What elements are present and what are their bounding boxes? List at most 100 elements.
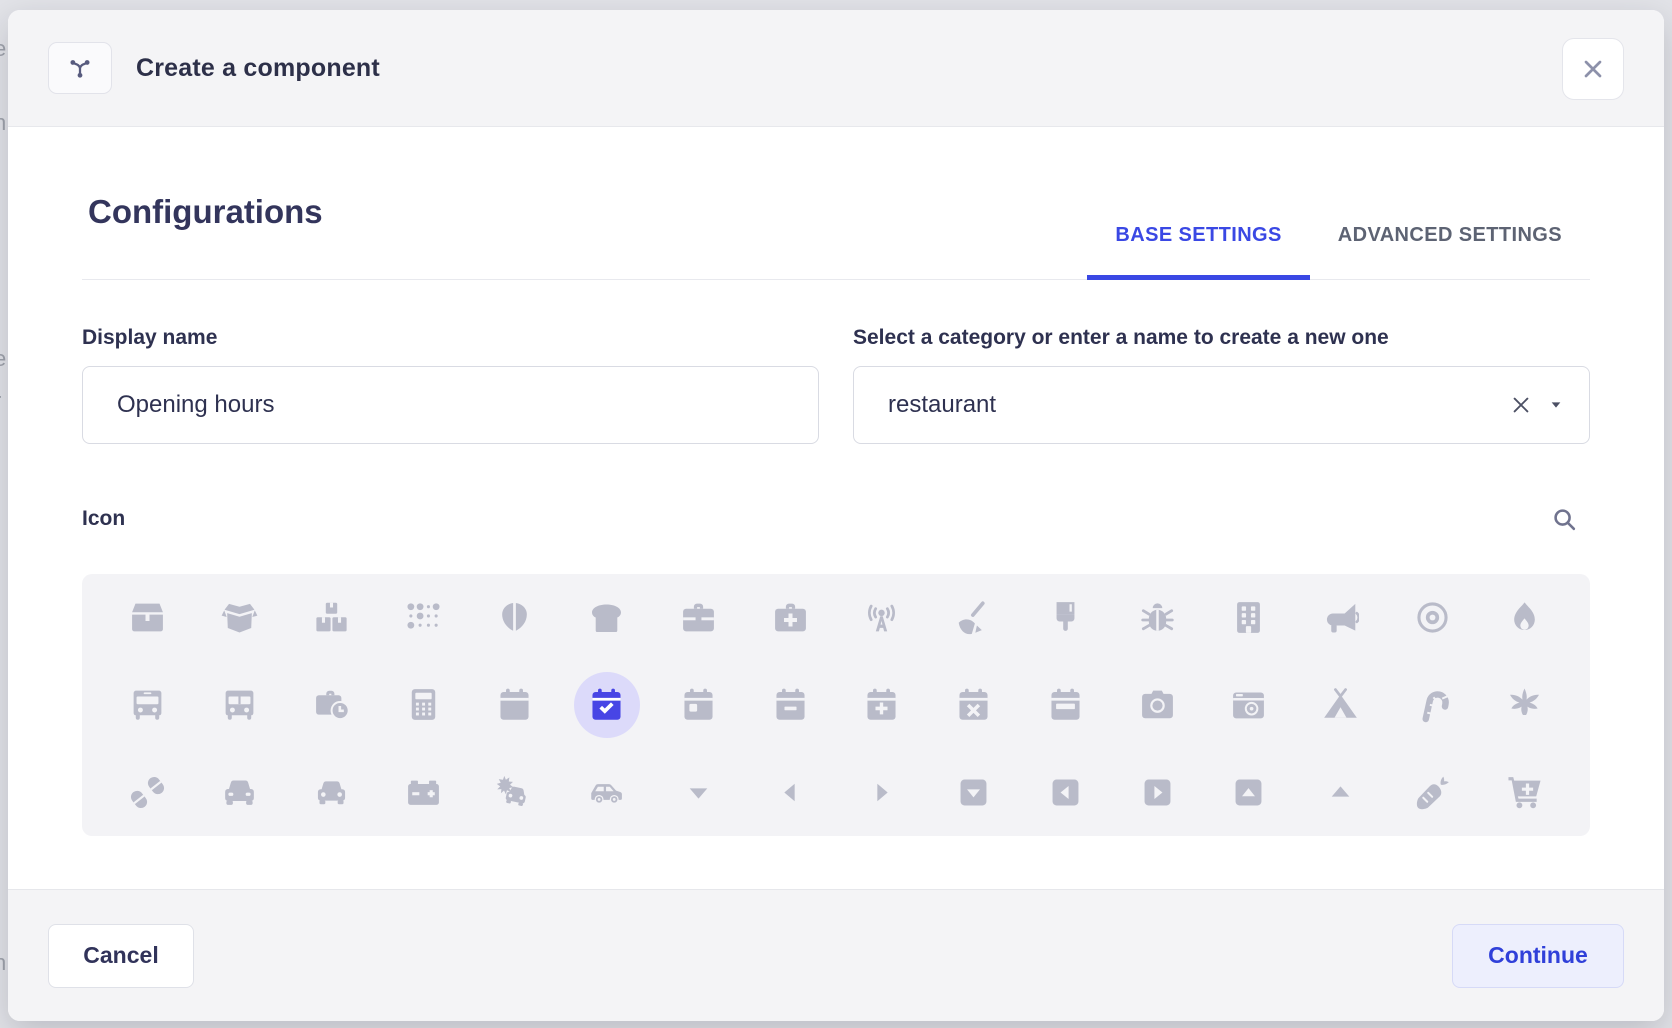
campground-icon: [1322, 686, 1359, 723]
bread-slice-icon: [588, 599, 625, 636]
car-side-icon: [588, 774, 625, 811]
icon-option-candy-cane[interactable]: [1399, 672, 1465, 738]
icon-option-braille[interactable]: [390, 585, 456, 651]
icon-option-capsules[interactable]: [115, 759, 181, 825]
icon-option-bullhorn[interactable]: [1308, 585, 1374, 651]
icon-option-caret-down[interactable]: [665, 759, 731, 825]
calendar-times-icon: [955, 686, 992, 723]
form-fields: Display name Select a category or enter …: [82, 326, 1590, 444]
icon-option-caret-square-up[interactable]: [1216, 759, 1282, 825]
display-name-input[interactable]: [82, 366, 819, 444]
icon-option-box[interactable]: [115, 585, 181, 651]
camera-retro-icon: [1230, 686, 1267, 723]
icon-option-cannabis[interactable]: [1491, 672, 1557, 738]
section-heading: Configurations: [88, 193, 323, 231]
icon-option-broom[interactable]: [941, 585, 1007, 651]
icon-option-car-alt[interactable]: [298, 759, 364, 825]
bullhorn-icon: [1322, 599, 1359, 636]
icon-picker-head: Icon: [82, 504, 1590, 534]
caret-right-icon: [863, 774, 900, 811]
icon-option-carrot[interactable]: [1399, 759, 1465, 825]
camera-icon: [1139, 686, 1176, 723]
briefcase-medical-icon: [772, 599, 809, 636]
icon-option-cart-plus[interactable]: [1491, 759, 1557, 825]
modal-header: Create a component: [8, 10, 1664, 127]
icon-option-calendar-week[interactable]: [1032, 672, 1098, 738]
icon-option-calculator[interactable]: [390, 672, 456, 738]
icon-option-camera[interactable]: [1124, 672, 1190, 738]
icon-option-building[interactable]: [1216, 585, 1282, 651]
calendar-icon: [496, 686, 533, 723]
icon-option-calendar-times[interactable]: [941, 672, 1007, 738]
boxes-icon: [313, 599, 350, 636]
tab-base-settings[interactable]: BASE SETTINGS: [1087, 224, 1309, 280]
calendar-check-icon: [588, 686, 625, 723]
tabs: BASE SETTINGS ADVANCED SETTINGS: [1087, 224, 1590, 280]
capsules-icon: [129, 774, 166, 811]
icon-option-caret-right[interactable]: [849, 759, 915, 825]
icon-option-car[interactable]: [207, 759, 273, 825]
category-select-input[interactable]: [853, 366, 1590, 444]
calendar-day-icon: [680, 686, 717, 723]
calendar-week-icon: [1047, 686, 1084, 723]
broom-icon: [955, 599, 992, 636]
category-field: Select a category or enter a name to cre…: [853, 326, 1590, 444]
icon-option-brush[interactable]: [1032, 585, 1098, 651]
car-icon: [221, 774, 258, 811]
icon-grid: [82, 574, 1590, 836]
icon-option-brain[interactable]: [482, 585, 548, 651]
display-name-field: Display name: [82, 326, 819, 444]
bug-icon: [1139, 599, 1176, 636]
caret-up-icon: [1322, 774, 1359, 811]
box-icon: [129, 599, 166, 636]
clear-x-icon[interactable]: [1510, 394, 1532, 416]
icon-option-camera-retro[interactable]: [1216, 672, 1282, 738]
icon-option-caret-square-right[interactable]: [1124, 759, 1190, 825]
component-branch-icon-box: [48, 42, 112, 94]
tab-advanced-settings[interactable]: ADVANCED SETTINGS: [1310, 224, 1590, 280]
icon-option-campground[interactable]: [1308, 672, 1374, 738]
icon-option-bug[interactable]: [1124, 585, 1190, 651]
icon-option-calendar-check[interactable]: [574, 672, 640, 738]
backdrop-text-fragment: e: [0, 346, 6, 372]
icon-option-broadcast-tower[interactable]: [849, 585, 915, 651]
component-branch-icon: [67, 55, 93, 81]
briefcase-icon: [680, 599, 717, 636]
icon-option-calendar[interactable]: [482, 672, 548, 738]
continue-button[interactable]: Continue: [1452, 924, 1624, 988]
icon-option-caret-up[interactable]: [1308, 759, 1374, 825]
icon-label: Icon: [82, 507, 125, 531]
icon-option-caret-left[interactable]: [757, 759, 823, 825]
icon-option-briefcase[interactable]: [665, 585, 731, 651]
modal-title: Create a component: [136, 54, 380, 83]
search-icon[interactable]: [1551, 506, 1578, 533]
icon-option-calendar-plus[interactable]: [849, 672, 915, 738]
caret-down-icon[interactable]: [1548, 397, 1564, 413]
caret-square-up-icon: [1230, 774, 1267, 811]
icon-option-burn[interactable]: [1491, 585, 1557, 651]
create-component-modal: Create a component Configurations BASE S…: [8, 10, 1664, 1021]
icon-option-car-battery[interactable]: [390, 759, 456, 825]
car-alt-icon: [313, 774, 350, 811]
icon-option-bread-slice[interactable]: [574, 585, 640, 651]
icon-option-calendar-day[interactable]: [665, 672, 731, 738]
icon-option-boxes[interactable]: [298, 585, 364, 651]
caret-square-left-icon: [1047, 774, 1084, 811]
icon-option-bus[interactable]: [115, 672, 181, 738]
icon-option-bullseye[interactable]: [1399, 585, 1465, 651]
bus-icon: [129, 686, 166, 723]
icon-option-box-open[interactable]: [207, 585, 273, 651]
backdrop-text-fragment: e: [0, 36, 6, 62]
icon-option-business-time[interactable]: [298, 672, 364, 738]
close-button[interactable]: [1562, 38, 1624, 100]
icon-option-car-crash[interactable]: [482, 759, 548, 825]
backdrop-text-fragment: n: [0, 950, 6, 976]
display-name-label: Display name: [82, 326, 819, 350]
icon-option-caret-square-down[interactable]: [941, 759, 1007, 825]
icon-option-caret-square-left[interactable]: [1032, 759, 1098, 825]
icon-option-car-side[interactable]: [574, 759, 640, 825]
cancel-button[interactable]: Cancel: [48, 924, 194, 988]
icon-option-briefcase-medical[interactable]: [757, 585, 823, 651]
icon-option-bus-alt[interactable]: [207, 672, 273, 738]
icon-option-calendar-minus[interactable]: [757, 672, 823, 738]
